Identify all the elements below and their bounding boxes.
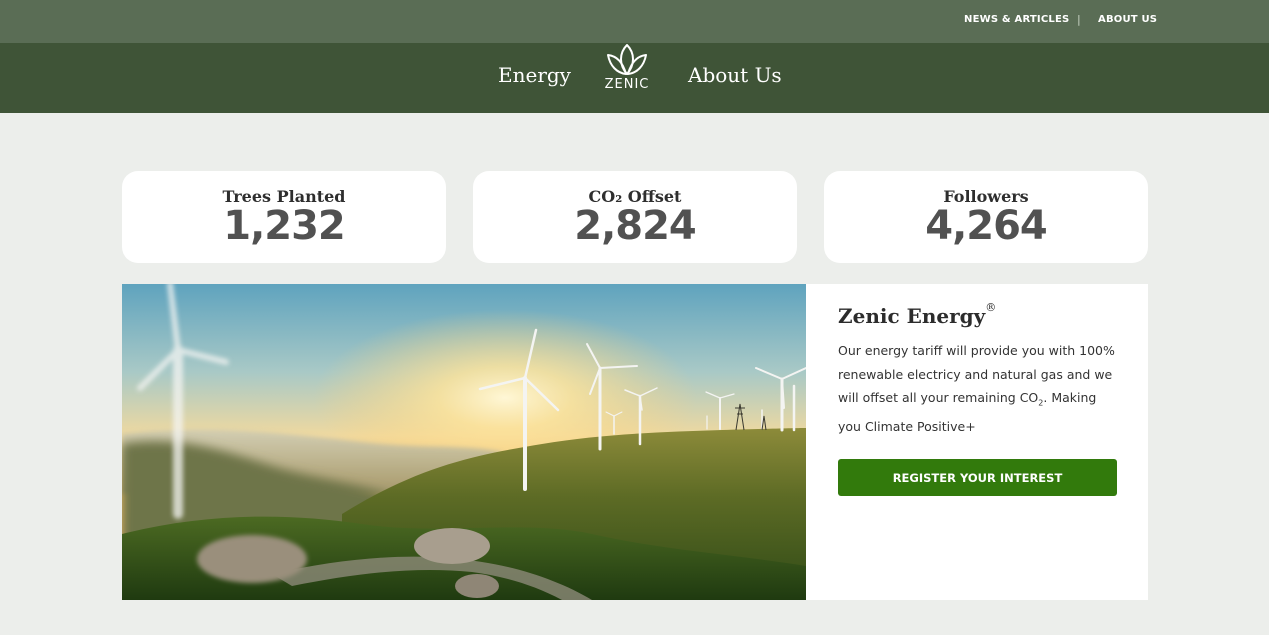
stat-value: 1,232 <box>223 203 346 249</box>
news-articles-link[interactable]: NEWS & ARTICLES <box>964 14 1069 25</box>
stat-card-trees: Trees Planted 1,232 <box>122 171 446 263</box>
registered-mark: ® <box>985 301 997 315</box>
hero-title: Zenic Energy® <box>838 301 997 328</box>
utility-separator: | <box>1077 13 1081 26</box>
zenic-logo[interactable]: ZENIC <box>598 43 656 113</box>
main-nav: Energy ZENIC About Us <box>0 43 1269 113</box>
lotus-icon <box>607 44 647 75</box>
about-us-top-link[interactable]: ABOUT US <box>1098 14 1157 25</box>
stat-card-co2: CO₂ Offset 2,824 <box>473 171 797 263</box>
stat-value: 4,264 <box>925 203 1048 249</box>
hero-description: Our energy tariff will provide you with … <box>838 343 1115 434</box>
utility-bar: NEWS & ARTICLES | ABOUT US <box>0 0 1269 43</box>
hero-panel: Zenic Energy® Our energy tariff will pro… <box>806 284 1148 600</box>
logo-wordmark: ZENIC <box>604 77 650 92</box>
nav-about-us-link[interactable]: About Us <box>688 63 782 87</box>
stat-value: 2,824 <box>574 203 697 249</box>
stat-card-followers: Followers 4,264 <box>824 171 1148 263</box>
wind-turbines-image <box>122 284 806 600</box>
register-interest-button[interactable]: REGISTER YOUR INTEREST <box>838 459 1117 496</box>
nav-energy-link[interactable]: Energy <box>498 63 571 87</box>
